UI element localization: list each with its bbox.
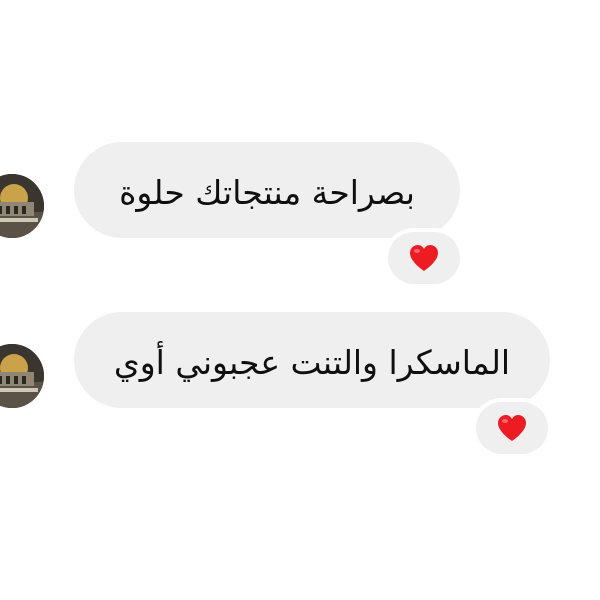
message-bubble[interactable]: الماسكرا والتنت عجبوني أوي [74, 312, 550, 408]
message-bubble[interactable]: بصراحة منتجاتك حلوة [74, 142, 460, 238]
heart-icon [410, 245, 438, 271]
message-thread: بصراحة منتجاتك حلوة الماسكرا والتنت عجبو… [0, 0, 600, 600]
sender-avatar[interactable] [0, 174, 44, 238]
reaction-badge[interactable] [476, 402, 548, 454]
sender-avatar[interactable] [0, 344, 44, 408]
mosque-avatar-image [0, 344, 44, 408]
message-text: الماسكرا والتنت عجبوني أوي [113, 342, 511, 382]
heart-icon [498, 415, 526, 441]
message-text: بصراحة منتجاتك حلوة [119, 172, 415, 212]
reaction-badge[interactable] [388, 232, 460, 284]
mosque-avatar-image [0, 174, 44, 238]
